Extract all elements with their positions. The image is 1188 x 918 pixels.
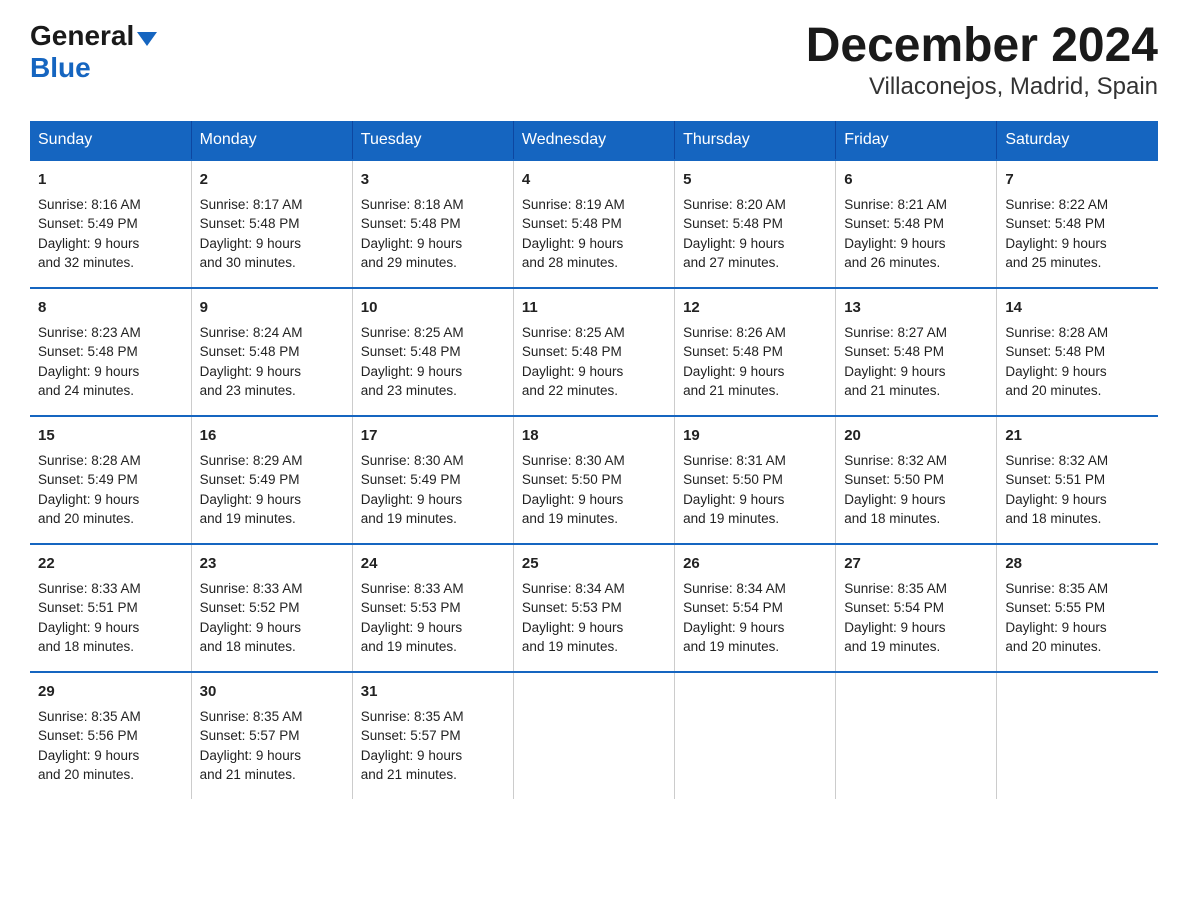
calendar-cell: 30Sunrise: 8:35 AMSunset: 5:57 PMDayligh…	[191, 672, 352, 799]
day-number: 12	[683, 297, 827, 319]
day-number: 3	[361, 169, 505, 191]
calendar-cell: 11Sunrise: 8:25 AMSunset: 5:48 PMDayligh…	[513, 288, 674, 416]
day-number: 22	[38, 553, 183, 575]
logo-arrow-icon	[137, 32, 157, 46]
calendar-week-4: 22Sunrise: 8:33 AMSunset: 5:51 PMDayligh…	[30, 544, 1158, 672]
logo-general-text: General	[30, 20, 134, 52]
calendar-cell	[836, 672, 997, 799]
header-wednesday: Wednesday	[513, 121, 674, 160]
day-number: 2	[200, 169, 344, 191]
page-header: General Blue December 2024 Villaconejos,…	[30, 20, 1158, 101]
day-number: 31	[361, 681, 505, 703]
calendar-week-3: 15Sunrise: 8:28 AMSunset: 5:49 PMDayligh…	[30, 416, 1158, 544]
day-number: 1	[38, 169, 183, 191]
calendar-cell	[997, 672, 1158, 799]
day-number: 25	[522, 553, 666, 575]
calendar-cell: 7Sunrise: 8:22 AMSunset: 5:48 PMDaylight…	[997, 160, 1158, 288]
calendar-cell: 26Sunrise: 8:34 AMSunset: 5:54 PMDayligh…	[675, 544, 836, 672]
calendar-cell: 27Sunrise: 8:35 AMSunset: 5:54 PMDayligh…	[836, 544, 997, 672]
logo-blue-text: Blue	[30, 52, 157, 84]
day-number: 23	[200, 553, 344, 575]
day-number: 6	[844, 169, 988, 191]
calendar-table: SundayMondayTuesdayWednesdayThursdayFrid…	[30, 121, 1158, 799]
day-number: 27	[844, 553, 988, 575]
header-tuesday: Tuesday	[352, 121, 513, 160]
calendar-cell: 4Sunrise: 8:19 AMSunset: 5:48 PMDaylight…	[513, 160, 674, 288]
day-number: 13	[844, 297, 988, 319]
day-number: 8	[38, 297, 183, 319]
calendar-cell	[513, 672, 674, 799]
calendar-cell: 29Sunrise: 8:35 AMSunset: 5:56 PMDayligh…	[30, 672, 191, 799]
header-sunday: Sunday	[30, 121, 191, 160]
day-number: 28	[1005, 553, 1150, 575]
day-number: 4	[522, 169, 666, 191]
day-number: 10	[361, 297, 505, 319]
calendar-cell: 15Sunrise: 8:28 AMSunset: 5:49 PMDayligh…	[30, 416, 191, 544]
calendar-cell: 24Sunrise: 8:33 AMSunset: 5:53 PMDayligh…	[352, 544, 513, 672]
calendar-cell: 21Sunrise: 8:32 AMSunset: 5:51 PMDayligh…	[997, 416, 1158, 544]
day-number: 30	[200, 681, 344, 703]
day-number: 18	[522, 425, 666, 447]
calendar-cell: 9Sunrise: 8:24 AMSunset: 5:48 PMDaylight…	[191, 288, 352, 416]
calendar-cell: 8Sunrise: 8:23 AMSunset: 5:48 PMDaylight…	[30, 288, 191, 416]
calendar-cell: 5Sunrise: 8:20 AMSunset: 5:48 PMDaylight…	[675, 160, 836, 288]
calendar-cell: 16Sunrise: 8:29 AMSunset: 5:49 PMDayligh…	[191, 416, 352, 544]
day-number: 29	[38, 681, 183, 703]
calendar-cell: 19Sunrise: 8:31 AMSunset: 5:50 PMDayligh…	[675, 416, 836, 544]
calendar-week-5: 29Sunrise: 8:35 AMSunset: 5:56 PMDayligh…	[30, 672, 1158, 799]
day-number: 15	[38, 425, 183, 447]
day-number: 5	[683, 169, 827, 191]
header-saturday: Saturday	[997, 121, 1158, 160]
calendar-cell: 20Sunrise: 8:32 AMSunset: 5:50 PMDayligh…	[836, 416, 997, 544]
calendar-cell: 14Sunrise: 8:28 AMSunset: 5:48 PMDayligh…	[997, 288, 1158, 416]
calendar-cell: 3Sunrise: 8:18 AMSunset: 5:48 PMDaylight…	[352, 160, 513, 288]
day-number: 9	[200, 297, 344, 319]
calendar-title-block: December 2024 Villaconejos, Madrid, Spai…	[806, 20, 1158, 101]
calendar-cell: 25Sunrise: 8:34 AMSunset: 5:53 PMDayligh…	[513, 544, 674, 672]
calendar-cell: 31Sunrise: 8:35 AMSunset: 5:57 PMDayligh…	[352, 672, 513, 799]
calendar-cell: 2Sunrise: 8:17 AMSunset: 5:48 PMDaylight…	[191, 160, 352, 288]
logo: General Blue	[30, 20, 157, 84]
day-number: 26	[683, 553, 827, 575]
calendar-cell: 6Sunrise: 8:21 AMSunset: 5:48 PMDaylight…	[836, 160, 997, 288]
header-thursday: Thursday	[675, 121, 836, 160]
header-friday: Friday	[836, 121, 997, 160]
day-number: 19	[683, 425, 827, 447]
calendar-title: December 2024	[806, 20, 1158, 73]
day-number: 24	[361, 553, 505, 575]
calendar-cell: 13Sunrise: 8:27 AMSunset: 5:48 PMDayligh…	[836, 288, 997, 416]
day-number: 14	[1005, 297, 1150, 319]
calendar-week-1: 1Sunrise: 8:16 AMSunset: 5:49 PMDaylight…	[30, 160, 1158, 288]
day-number: 16	[200, 425, 344, 447]
day-number: 11	[522, 297, 666, 319]
calendar-cell: 1Sunrise: 8:16 AMSunset: 5:49 PMDaylight…	[30, 160, 191, 288]
header-monday: Monday	[191, 121, 352, 160]
calendar-cell: 22Sunrise: 8:33 AMSunset: 5:51 PMDayligh…	[30, 544, 191, 672]
day-number: 7	[1005, 169, 1150, 191]
calendar-cell: 17Sunrise: 8:30 AMSunset: 5:49 PMDayligh…	[352, 416, 513, 544]
day-number: 17	[361, 425, 505, 447]
day-number: 21	[1005, 425, 1150, 447]
day-number: 20	[844, 425, 988, 447]
calendar-cell: 12Sunrise: 8:26 AMSunset: 5:48 PMDayligh…	[675, 288, 836, 416]
calendar-week-2: 8Sunrise: 8:23 AMSunset: 5:48 PMDaylight…	[30, 288, 1158, 416]
calendar-cell: 28Sunrise: 8:35 AMSunset: 5:55 PMDayligh…	[997, 544, 1158, 672]
calendar-cell: 10Sunrise: 8:25 AMSunset: 5:48 PMDayligh…	[352, 288, 513, 416]
calendar-cell: 23Sunrise: 8:33 AMSunset: 5:52 PMDayligh…	[191, 544, 352, 672]
calendar-header-row: SundayMondayTuesdayWednesdayThursdayFrid…	[30, 121, 1158, 160]
calendar-subtitle: Villaconejos, Madrid, Spain	[806, 73, 1158, 101]
calendar-cell: 18Sunrise: 8:30 AMSunset: 5:50 PMDayligh…	[513, 416, 674, 544]
calendar-cell	[675, 672, 836, 799]
